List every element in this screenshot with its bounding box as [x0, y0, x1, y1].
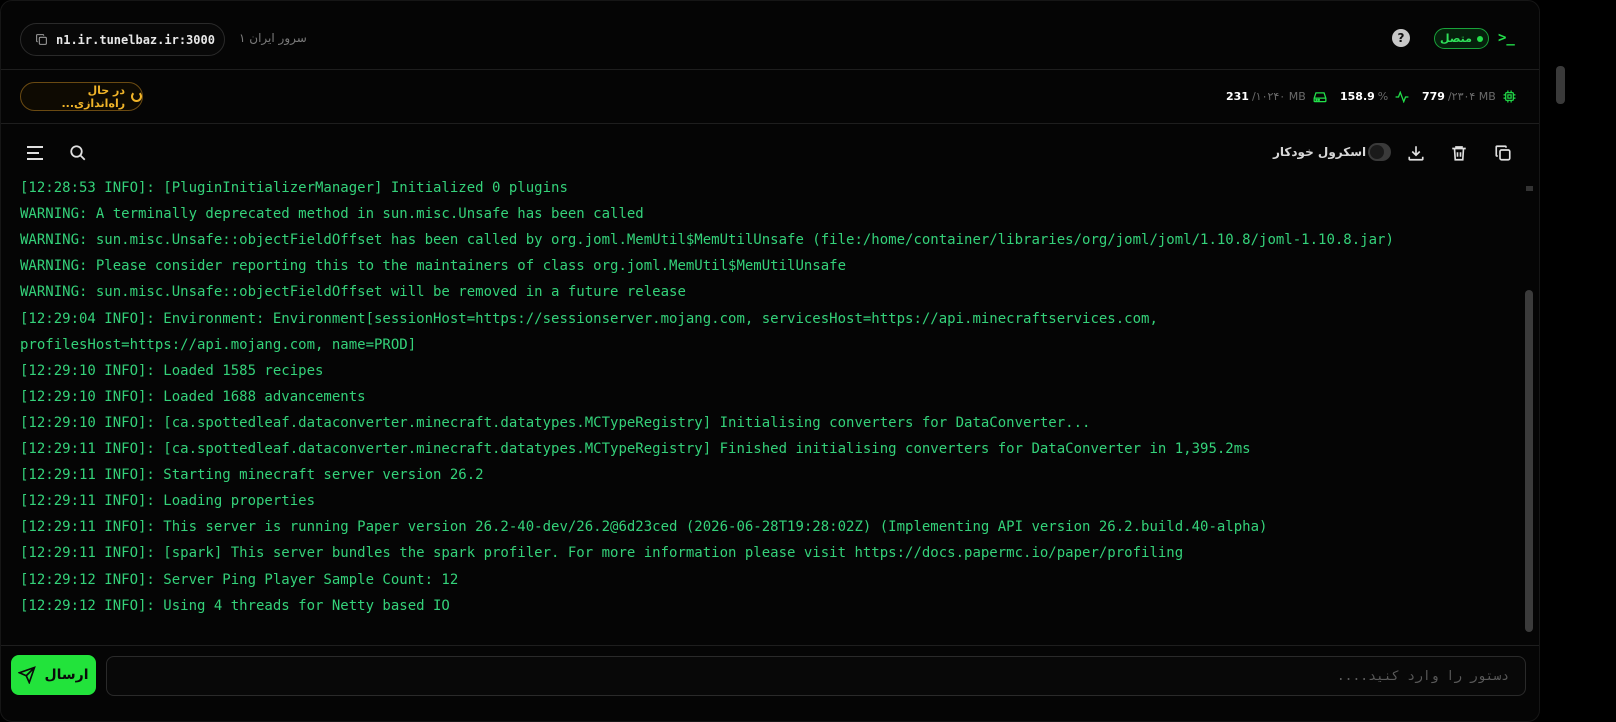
- log-line: profilesHost=https://api.mojang.com, nam…: [20, 336, 417, 353]
- log-line: [12:29:04 INFO]: Environment: Environmen…: [20, 310, 1158, 327]
- connection-status-badge: متصل: [1434, 28, 1489, 49]
- download-icon: [1408, 146, 1424, 161]
- log-line: WARNING: sun.misc.Unsafe::objectFieldOff…: [20, 232, 1394, 249]
- search-icon: [70, 145, 86, 161]
- header-divider: [1, 69, 1539, 70]
- command-input[interactable]: [106, 656, 1526, 696]
- clear-button[interactable]: [1448, 142, 1470, 164]
- boot-status-badge: در حال راه‌اندازی...: [20, 82, 143, 111]
- disk-limit: /۱۰۲۴۰ MB: [1251, 90, 1306, 103]
- loading-spinner-icon: [131, 91, 142, 102]
- console-scrollbar-thumb[interactable]: [1525, 290, 1533, 632]
- stats-divider: [1, 123, 1539, 124]
- log-line: [12:29:11 INFO]: [ca.spottedleaf.datacon…: [20, 441, 1251, 457]
- input-divider: [1, 645, 1539, 646]
- cpu-value: 158.9: [1340, 90, 1375, 103]
- log-line: [12:29:11 INFO]: This server is running …: [20, 519, 1268, 536]
- send-button[interactable]: ارسال: [11, 655, 96, 695]
- log-line: [12:29:11 INFO]: Starting minecraft serv…: [20, 467, 484, 484]
- autoscroll-toggle[interactable]: [1368, 143, 1391, 161]
- terminal-logo-icon: >_: [1498, 30, 1515, 46]
- send-icon: [18, 666, 37, 684]
- send-label: ارسال: [44, 667, 89, 683]
- page-scrollbar-thumb[interactable]: [1556, 66, 1565, 104]
- log-line: [12:29:11 INFO]: Loading properties: [20, 493, 316, 510]
- status-dot-icon: [1476, 35, 1483, 42]
- memory-limit: /۲۳۰۴ MB: [1447, 90, 1496, 103]
- log-line: [12:29:12 INFO]: Server Ping Player Samp…: [20, 571, 459, 588]
- search-button[interactable]: [67, 142, 89, 164]
- server-address-chip[interactable]: n1.ir.tunelbaz.ir:3000: [20, 23, 225, 56]
- disk-value: 231: [1226, 90, 1249, 103]
- boot-status-text: در حال راه‌اندازی...: [61, 83, 126, 110]
- download-button[interactable]: [1405, 142, 1427, 164]
- log-line: [12:28:53 INFO]: [PluginInitializerManag…: [20, 180, 568, 196]
- menu-button[interactable]: [24, 142, 46, 164]
- disk-stat: 231 /۱۰۲۴۰ MB: [1226, 90, 1327, 103]
- log-line: [12:29:10 INFO]: Loaded 1585 recipes: [20, 362, 324, 379]
- log-line: [12:29:12 INFO]: Using 4 threads for Net…: [20, 597, 450, 614]
- log-line: WARNING: Please consider reporting this …: [20, 258, 847, 275]
- copy-icon[interactable]: [35, 33, 48, 46]
- log-line: WARNING: A terminally deprecated method …: [20, 206, 644, 223]
- server-name: سرور ایران ۱: [239, 31, 307, 45]
- copy-icon: [1495, 145, 1511, 161]
- hard-drive-icon: [1313, 91, 1327, 103]
- trash-icon: [1452, 146, 1466, 161]
- server-console-panel: n1.ir.tunelbaz.ir:3000 سرور ایران ۱ ? مت…: [0, 0, 1540, 722]
- log-line: [12:29:11 INFO]: [spark] This server bun…: [20, 545, 1184, 562]
- cpu-chip-icon: [1503, 90, 1516, 103]
- log-line: WARNING: sun.misc.Unsafe::objectFieldOff…: [20, 284, 686, 301]
- cpu-stat: 158.9 %: [1340, 90, 1409, 103]
- memory-stat: 779 /۲۳۰۴ MB: [1422, 90, 1516, 103]
- console-scroll-arrow[interactable]: [1526, 186, 1533, 191]
- server-address: n1.ir.tunelbaz.ir:3000: [56, 32, 215, 47]
- menu-icon: [27, 146, 43, 160]
- memory-value: 779: [1422, 90, 1445, 103]
- console-output[interactable]: [12:28:53 INFO]: [PluginInitializerManag…: [1, 175, 1531, 641]
- activity-icon: [1395, 90, 1409, 103]
- status-label: متصل: [1440, 32, 1472, 45]
- help-icon[interactable]: ?: [1392, 29, 1410, 47]
- log-line: [12:29:10 INFO]: [ca.spottedleaf.datacon…: [20, 414, 1091, 431]
- autoscroll-label: اسکرول خودکار: [1273, 145, 1367, 159]
- cpu-unit: %: [1377, 90, 1389, 103]
- log-line: [12:29:10 INFO]: Loaded 1688 advancement…: [20, 388, 366, 405]
- copy-log-button[interactable]: [1492, 142, 1514, 164]
- toggle-knob: [1370, 145, 1384, 159]
